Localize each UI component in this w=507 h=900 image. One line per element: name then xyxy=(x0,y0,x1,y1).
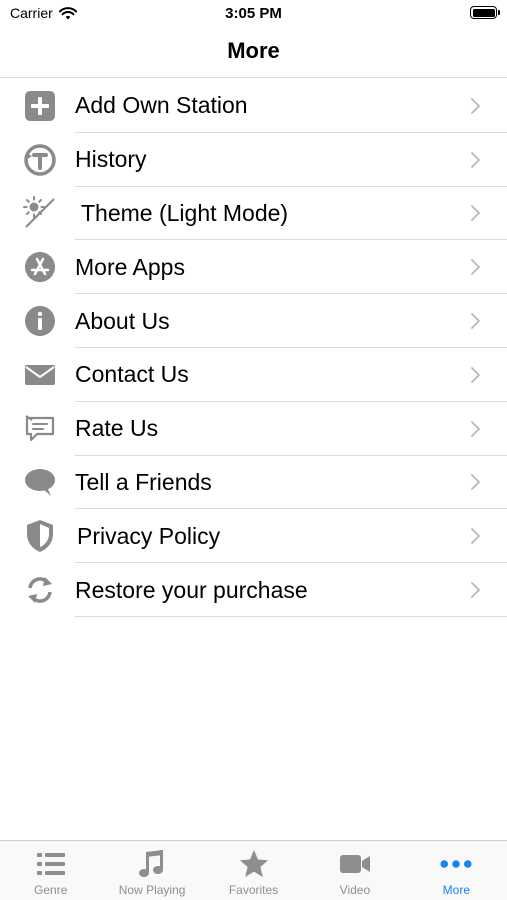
menu-item-label: Restore your purchase xyxy=(75,576,308,603)
status-time: 3:05 PM xyxy=(225,5,282,22)
music-note-icon xyxy=(136,849,168,879)
menu-item-privacy-policy[interactable]: Privacy Policy xyxy=(0,509,507,564)
history-icon xyxy=(22,142,58,178)
envelope-icon xyxy=(22,357,58,393)
menu-item-about-us[interactable]: About Us xyxy=(0,294,507,348)
tab-label: Now Playing xyxy=(118,883,186,897)
app-store-icon xyxy=(22,249,58,285)
menu-item-label: About Us xyxy=(75,307,170,334)
chevron-right-icon xyxy=(471,528,480,545)
tab-label: Genre xyxy=(34,883,68,897)
menu-item-add-own-station[interactable]: Add Own Station xyxy=(0,79,507,133)
menu-item-label: Tell a Friends xyxy=(75,468,212,495)
chevron-right-icon xyxy=(471,151,480,168)
menu-item-label: Theme (Light Mode) xyxy=(81,199,289,226)
menu-item-contact-us[interactable]: Contact Us xyxy=(0,348,507,402)
tab-label: Video xyxy=(339,883,371,897)
chevron-right-icon xyxy=(471,366,480,383)
chevron-right-icon xyxy=(471,582,480,598)
menu-item-label: Add Own Station xyxy=(75,92,248,119)
tab-label: More xyxy=(442,883,470,897)
page-title: More xyxy=(227,38,280,63)
more-menu-list: Add Own Station History Theme (Light Mod… xyxy=(0,79,507,617)
star-icon xyxy=(238,849,270,879)
chevron-right-icon xyxy=(471,313,480,329)
chevron-right-icon xyxy=(471,97,480,114)
shield-icon xyxy=(22,518,58,554)
menu-item-label: Contact Us xyxy=(75,361,189,388)
menu-item-label: Rate Us xyxy=(75,415,159,442)
menu-item-label: History xyxy=(75,146,147,173)
plus-square-icon xyxy=(22,88,58,124)
navigation-bar: More xyxy=(0,28,507,78)
menu-item-more-apps[interactable]: More Apps xyxy=(0,240,507,295)
chevron-right-icon xyxy=(471,205,480,222)
tab-now-playing[interactable]: Now Playing xyxy=(101,841,202,900)
list-icon xyxy=(35,849,67,879)
restore-arrows-icon xyxy=(22,572,58,608)
video-camera-icon xyxy=(339,849,371,879)
theme-sun-moon-icon xyxy=(22,195,58,231)
menu-item-label: Privacy Policy xyxy=(77,522,221,549)
chevron-right-icon xyxy=(471,474,480,491)
app-screen: Carrier 3:05 PM More Add Own Station His… xyxy=(0,0,507,900)
status-bar: Carrier 3:05 PM xyxy=(0,0,507,28)
menu-item-rate-us[interactable]: Rate Us xyxy=(0,402,507,456)
speech-bubble-icon xyxy=(22,464,58,500)
more-dots-icon xyxy=(440,849,472,879)
info-icon xyxy=(22,303,58,339)
tab-bar: Genre Now Playing Favorites Video More xyxy=(0,840,507,900)
chevron-right-icon xyxy=(471,420,480,437)
chevron-right-icon xyxy=(471,259,480,276)
menu-item-history[interactable]: History xyxy=(0,133,507,187)
menu-item-tell-a-friends[interactable]: Tell a Friends xyxy=(0,456,507,510)
battery-icon xyxy=(470,6,497,19)
tab-label: Favorites xyxy=(228,883,279,897)
tab-favorites[interactable]: Favorites xyxy=(203,841,304,900)
menu-item-theme[interactable]: Theme (Light Mode) xyxy=(0,187,507,241)
tab-genre[interactable]: Genre xyxy=(0,841,101,900)
menu-item-restore-purchase[interactable]: Restore your purchase xyxy=(0,563,507,617)
row-separator xyxy=(75,615,507,617)
menu-item-label: More Apps xyxy=(75,253,185,280)
rate-icon xyxy=(22,411,58,447)
tab-more[interactable]: More xyxy=(406,841,507,900)
tab-video[interactable]: Video xyxy=(304,841,405,900)
battery-tip xyxy=(498,10,500,15)
